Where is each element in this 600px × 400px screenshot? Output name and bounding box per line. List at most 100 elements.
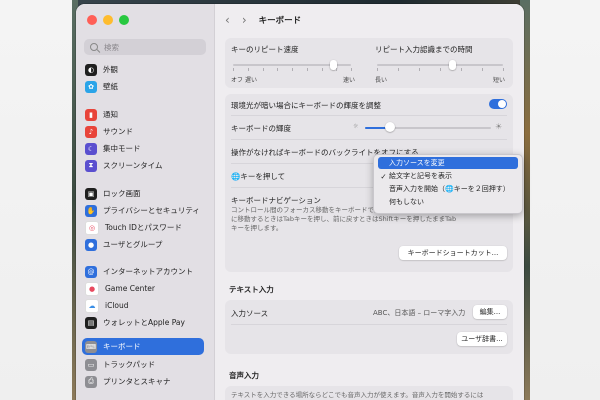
sidebar-item-wallpaper[interactable]: ✿ 壁紙 [82,78,204,95]
brightness-high-icon: ☀ [495,122,503,131]
menu-item-change-input-source[interactable]: 入力ソースを変更 [378,157,518,169]
input-sources-label: 入力ソース [231,309,269,318]
delay-slider-knob[interactable] [449,60,457,70]
sidebar-item-sound[interactable]: ♪ サウンド [82,123,204,140]
slider-tick [503,68,504,71]
delay-label: リピート入力認識までの時間 [375,45,473,54]
sidebar-item-label: トラックパッド [103,360,156,369]
sidebar-item-label: 外観 [103,65,118,74]
desktop-left [0,0,76,400]
menu-item-emoji[interactable]: ✓ 絵文字と記号を表示 [378,170,518,182]
sidebar-item-label: サウンド [103,127,133,136]
lock-icon: ▣ [85,187,97,200]
slider-tick [440,68,441,71]
brightness-slider-knob[interactable] [385,122,396,132]
fingerprint-icon: ◎ [85,220,99,235]
slider-tick [247,68,249,71]
forward-chevron-icon[interactable]: › [242,13,247,27]
focus-icon: ☾ [85,142,97,155]
globe-key-label: 🌐キーを押して [231,172,286,181]
back-chevron-icon[interactable]: ‹ [225,13,230,27]
sidebar-item-label: キーボード [103,342,141,351]
voice-section-title: 音声入力 [229,371,259,380]
menu-item-do-nothing[interactable]: 何もしない [378,196,518,208]
nav-title: キーボードナビゲーション [231,196,321,205]
menu-item-label: 入力ソースを変更 [389,159,445,167]
minimize-button[interactable] [103,15,113,25]
globe-key-menu: 入力ソースを変更 ✓ 絵文字と記号を表示 音声入力を開始（🌐キーを２回押す） 何… [373,154,523,214]
text-input-card: 入力ソース ABC、日本語 – ローマ字入力 編集... ユーザ辞書... [225,300,513,354]
sidebar-item-wallet[interactable]: ▤ ウォレットとApple Pay [82,314,204,331]
sidebar-item-internet-accounts[interactable]: @ インターネットアカウント [82,263,204,280]
slider-tick [336,68,338,71]
appearance-icon: ◐ [85,63,97,76]
user-dictionary-button[interactable]: ユーザ辞書... [457,332,507,346]
divider [231,324,507,325]
slider-tick [321,68,323,71]
input-sources-value: ABC、日本語 – ローマ字入力 [373,309,466,317]
voice-desc: テキストを入力できる場所ならどこでも音声入力が使えます。音声入力を開始するには [231,391,484,399]
edit-input-sources-button[interactable]: 編集... [473,305,507,319]
delay-long-label: 長い [375,77,388,84]
slider-tick [398,68,399,71]
sidebar-item-users[interactable]: ● ユーザとグループ [82,236,204,253]
search-field[interactable]: 検索 [84,39,206,55]
wallpaper-icon: ✿ [85,80,97,93]
divider [231,115,507,116]
menu-item-dictation[interactable]: 音声入力を開始（🌐キーを２回押す） [378,183,518,195]
sidebar-item-touch-id[interactable]: ◎ Touch IDとパスワード [82,219,204,236]
repeat-rate-fast-label: 速い [343,77,356,84]
sidebar-item-label: インターネットアカウント [103,267,193,276]
sound-icon: ♪ [85,125,97,138]
menu-item-label: 何もしない [389,198,424,206]
sidebar-item-lock-screen[interactable]: ▣ ロック画面 [82,185,204,202]
sidebar-item-label: ロック画面 [103,189,141,198]
brightness-label: キーボードの輝度 [231,124,291,133]
slider-tick [377,68,378,71]
toolbar: ‹ › キーボード [215,4,524,36]
at-icon: @ [85,265,97,278]
sidebar-item-notifications[interactable]: ▮ 通知 [82,106,204,123]
sidebar-item-label: 壁紙 [103,82,118,91]
slider-tick [262,68,264,71]
sidebar-item-appearance[interactable]: ◐ 外観 [82,61,204,78]
nav-desc-2: に移動するときはTabキーを押し、前に戻すときはShiftキーを押したままTab [231,215,457,223]
slider-tick [292,68,293,71]
sidebar-item-printers[interactable]: ⎙ プリンタとスキャナ [82,373,204,390]
repeat-rate-label: キーのリピート速度 [231,45,299,54]
menu-item-label: 音声入力を開始（🌐キーを２回押す） [389,185,510,193]
repeat-card: キーのリピート速度 リピート入力認識までの時間 オフ 遅い 速い 長い 短い [225,38,513,88]
cloud-icon: ☁ [85,298,99,313]
ambient-toggle[interactable] [489,99,507,109]
sidebar-item-label: スクリーンタイム [103,161,163,170]
sidebar-item-trackpad[interactable]: ▭ トラックパッド [82,356,204,373]
sidebar-item-label: Touch IDとパスワード [105,223,182,232]
divider [231,139,507,140]
text-input-section-title: テキスト入力 [229,285,274,294]
users-icon: ● [85,238,97,251]
sidebar-item-game-center[interactable]: ● Game Center [82,280,204,297]
sidebar-item-label: Game Center [105,284,155,293]
keyboard-shortcuts-button[interactable]: キーボードショートカット... [399,246,507,260]
trackpad-icon: ▭ [85,358,97,371]
sidebar-item-screen-time[interactable]: ⧗ スクリーンタイム [82,157,204,174]
sidebar-item-privacy[interactable]: ✋ プライバシーとセキュリティ [82,202,204,219]
sidebar-item-icloud[interactable]: ☁ iCloud [82,297,204,314]
notifications-icon: ▮ [85,108,97,121]
menu-item-label: 絵文字と記号を表示 [389,172,452,180]
window-controls [87,15,129,25]
sidebar-item-keyboard[interactable]: ⌨ キーボード [82,338,204,355]
game-center-icon: ● [85,281,99,296]
privacy-hand-icon: ✋ [85,204,97,217]
nav-desc-3: キーを押します。 [231,224,283,232]
checkmark-icon: ✓ [380,171,387,181]
close-button[interactable] [87,15,97,25]
ambient-label: 環境光が暗い場合にキーボードの輝度を調整 [231,101,381,110]
sidebar-item-label: プリンタとスキャナ [103,377,171,386]
zoom-button[interactable] [119,15,129,25]
wallet-icon: ▤ [85,316,97,329]
slider-tick [233,68,234,71]
sidebar-item-focus[interactable]: ☾ 集中モード [82,140,204,157]
sidebar-item-label: 通知 [103,110,118,119]
sidebar-item-label: iCloud [105,301,129,310]
